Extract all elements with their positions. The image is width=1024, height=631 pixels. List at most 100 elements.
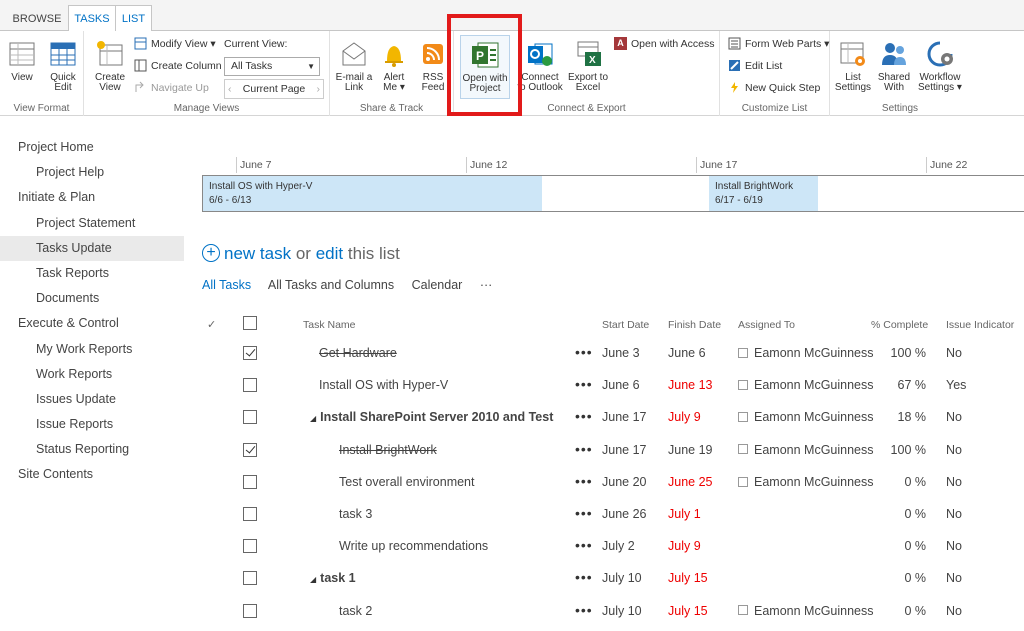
nav-item[interactable]: Project Help (0, 160, 184, 185)
pct-complete: 0 % (904, 571, 926, 586)
task-name[interactable]: Test overall environment (339, 475, 474, 489)
view-all-tasks[interactable]: All Tasks (202, 278, 251, 292)
chevron-right-icon[interactable]: › (317, 80, 321, 98)
list-settings-button[interactable]: List Settings (834, 39, 872, 93)
row-checkbox[interactable] (243, 346, 257, 360)
task-name[interactable]: Write up recommendations (339, 539, 488, 553)
item-menu-ellipsis[interactable]: ••• (575, 441, 593, 457)
task-name[interactable]: Install OS with Hyper-V (319, 378, 448, 392)
collapse-triangle-icon[interactable]: ◢ (310, 575, 316, 584)
tab-list[interactable]: LIST (116, 5, 152, 32)
current-page-pager[interactable]: ‹ Current Page › (224, 79, 324, 99)
column-header-task-name[interactable]: Task Name (303, 319, 356, 331)
table-row[interactable]: ◢ task 1 ••• July 10 July 15 0 % No (0, 563, 1024, 595)
connect-outlook-button[interactable]: Connect to Outlook (516, 39, 564, 93)
edit-list-link[interactable]: edit (316, 244, 343, 263)
table-row[interactable]: Get Hardware ••• June 3 June 6 Eamonn McGuin… (0, 338, 1024, 370)
modify-view-button[interactable]: Modify View ▾ (134, 35, 216, 53)
nav-item[interactable]: Project Statement (0, 211, 184, 236)
timeline-event[interactable]: Install OS with Hyper-V 6/6 - 6/13 (203, 176, 542, 211)
table-row[interactable]: task 2 ••• July 10 July 15 Eamonn McGuinness… (0, 596, 1024, 628)
timeline-event[interactable]: Install BrightWork 6/17 - 6/19 (709, 176, 818, 211)
quick-edit-button[interactable]: Quick Edit (46, 39, 80, 93)
issue-indicator: No (946, 410, 962, 425)
table-row[interactable]: Test overall environment ••• June 20 June 2… (0, 467, 1024, 499)
item-menu-ellipsis[interactable]: ••• (575, 602, 593, 618)
navigate-up-button[interactable]: Navigate Up (134, 79, 209, 97)
item-menu-ellipsis[interactable]: ••• (575, 344, 593, 360)
task-name[interactable]: Install BrightWork (339, 443, 437, 457)
current-view-select[interactable]: All Tasks ▼ (224, 57, 320, 76)
table-row[interactable]: Install BrightWork ••• June 17 June 19 Eamon… (0, 435, 1024, 467)
edit-list-button[interactable]: Edit List (728, 57, 782, 75)
plus-icon[interactable]: + (202, 243, 220, 262)
task-name[interactable]: task 3 (339, 507, 372, 521)
collapse-triangle-icon[interactable]: ◢ (310, 414, 316, 423)
row-checkbox[interactable] (243, 571, 257, 586)
shared-with-button[interactable]: Shared With (874, 39, 914, 93)
nav-item[interactable]: Initiate & Plan (0, 185, 184, 210)
table-row[interactable]: Write up recommendations ••• July 2 July 9 0… (0, 531, 1024, 563)
task-name[interactable]: ◢ task 1 (310, 571, 356, 585)
pct-complete: 0 % (904, 474, 926, 489)
column-header-finish-date[interactable]: Finish Date (668, 319, 721, 331)
timeline-tick (926, 157, 927, 173)
assigned-name: Eamonn McGuinness (754, 378, 874, 393)
tab-browse[interactable]: BROWSE (8, 7, 66, 31)
alert-me-button[interactable]: Alert Me ▾ (378, 39, 410, 93)
create-view-button[interactable]: Create View (92, 39, 128, 93)
task-name[interactable]: Get Hardware (319, 346, 397, 360)
task-name[interactable]: task 2 (339, 604, 372, 618)
column-header-assigned-to[interactable]: Assigned To (738, 319, 795, 331)
assigned-to[interactable]: Eamonn McGuinness (738, 346, 874, 360)
assigned-to[interactable]: Eamonn McGuinness (738, 443, 874, 457)
item-menu-ellipsis[interactable]: ••• (575, 473, 593, 489)
rss-feed-button[interactable]: RSS Feed (416, 39, 450, 93)
item-menu-ellipsis[interactable]: ••• (575, 569, 593, 585)
nav-item[interactable]: Documents (0, 286, 184, 311)
table-row[interactable]: task 3 ••• June 26 July 1 0 % No (0, 499, 1024, 531)
row-checkbox[interactable] (243, 442, 257, 457)
item-menu-ellipsis[interactable]: ••• (575, 537, 593, 553)
column-header-issue-indicator[interactable]: Issue Indicator (946, 319, 1014, 331)
nav-item[interactable]: Project Home (0, 135, 184, 160)
task-name[interactable]: ◢ Install SharePoint Server 2010 and Test (310, 410, 553, 424)
row-checkbox[interactable] (243, 378, 257, 393)
table-row[interactable]: Install OS with Hyper-V ••• June 6 June 13 E… (0, 370, 1024, 402)
email-link-button[interactable]: E-mail a Link (334, 39, 374, 93)
create-column-button[interactable]: Create Column (134, 57, 222, 75)
view-all-tasks-columns[interactable]: All Tasks and Columns (268, 278, 394, 292)
item-menu-ellipsis[interactable]: ••• (575, 505, 593, 521)
form-web-parts-button[interactable]: Form Web Parts ▾ (728, 35, 829, 53)
new-quick-step-button[interactable]: New Quick Step (728, 79, 820, 97)
row-checkbox[interactable] (243, 507, 257, 521)
item-menu-ellipsis[interactable]: ••• (575, 376, 593, 392)
row-checkbox[interactable] (243, 539, 257, 554)
workflow-settings-button[interactable]: Workflow Settings ▾ (916, 39, 964, 93)
open-with-access-button[interactable]: A Open with Access (614, 35, 714, 53)
presence-icon (738, 605, 748, 616)
export-excel-button[interactable]: X Export to Excel (566, 39, 610, 93)
row-checkbox[interactable] (243, 603, 257, 618)
nav-item[interactable]: Execute & Control (0, 311, 184, 336)
item-menu-ellipsis[interactable]: ••• (575, 408, 593, 424)
tab-tasks[interactable]: TASKS (68, 5, 116, 32)
chevron-left-icon[interactable]: ‹ (228, 80, 232, 98)
nav-item[interactable]: Tasks Update (0, 235, 184, 261)
select-all-checkbox[interactable] (243, 316, 257, 330)
column-header-start-date[interactable]: Start Date (602, 319, 649, 331)
row-checkbox[interactable] (243, 474, 257, 489)
task-name-text: Install SharePoint Server 2010 and Test (320, 410, 554, 425)
view-calendar[interactable]: Calendar (412, 278, 463, 292)
view-button[interactable]: View (6, 39, 38, 83)
assigned-to[interactable]: Eamonn McGuinness (738, 604, 874, 618)
nav-item[interactable]: Task Reports (0, 261, 184, 286)
new-task-link[interactable]: new task (224, 244, 291, 263)
more-views-ellipsis[interactable]: ··· (480, 278, 493, 292)
assigned-to[interactable]: Eamonn McGuinness (738, 410, 874, 424)
table-row[interactable]: ◢ Install SharePoint Server 2010 and Test… (0, 402, 1024, 434)
column-header-pct-complete[interactable]: % Complete (871, 319, 928, 331)
assigned-to[interactable]: Eamonn McGuinness (738, 475, 874, 489)
row-checkbox[interactable] (243, 410, 257, 425)
assigned-to[interactable]: Eamonn McGuinness (738, 378, 874, 392)
